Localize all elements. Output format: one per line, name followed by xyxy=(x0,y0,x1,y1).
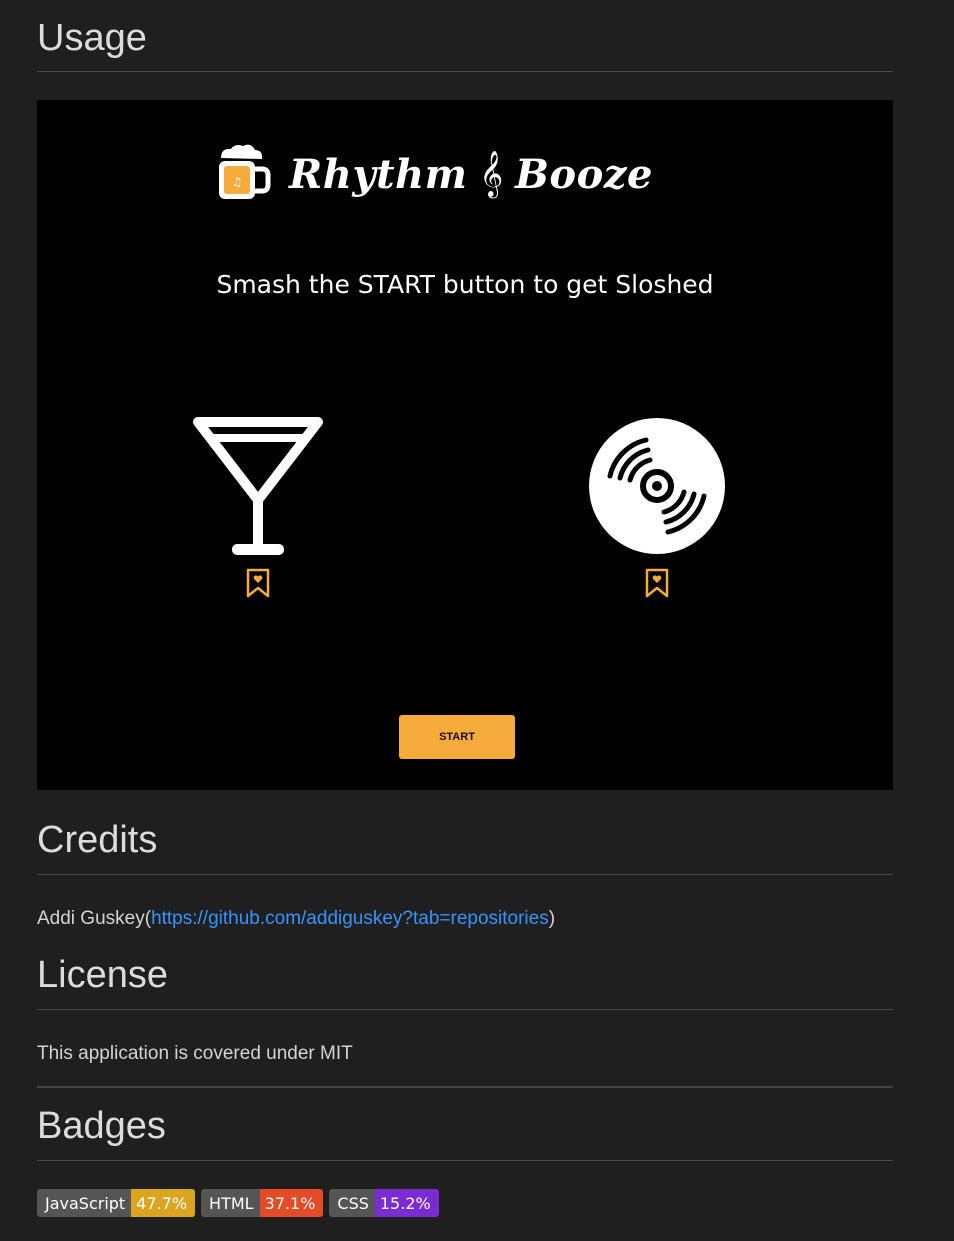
usage-heading: Usage xyxy=(37,17,147,59)
credits-close-paren: ) xyxy=(548,908,556,929)
credits-heading: Credits xyxy=(37,819,158,861)
start-button[interactable]: START xyxy=(399,715,515,759)
credits-author: Addi Guskey xyxy=(37,908,145,929)
usage-divider xyxy=(37,71,893,72)
badge-html: HTML 37.1% xyxy=(201,1189,324,1217)
app-logo: ♫ Rhythm 𝄞 Booze xyxy=(215,144,653,204)
credits-divider xyxy=(37,874,893,875)
martini-glass-icon xyxy=(192,416,324,563)
badge-javascript: JavaScript 47.7% xyxy=(37,1189,196,1217)
license-divider xyxy=(37,1009,893,1010)
svg-text:♫: ♫ xyxy=(232,175,243,189)
credits-line: Addi Guskey(https://github.com/addiguske… xyxy=(37,908,555,930)
badge-key: CSS xyxy=(329,1189,375,1217)
badge-value: 47.7% xyxy=(131,1189,196,1217)
badge-css: CSS 15.2% xyxy=(329,1189,439,1217)
section-separator xyxy=(37,1086,893,1088)
badge-value: 15.2% xyxy=(374,1189,439,1217)
badges-heading: Badges xyxy=(37,1105,166,1147)
credits-github-link[interactable]: https://github.com/addiguskey?tab=reposi… xyxy=(151,908,549,929)
badge-key: JavaScript xyxy=(37,1189,132,1217)
badge-value: 37.1% xyxy=(259,1189,324,1217)
language-badges: JavaScript 47.7% HTML 37.1% CSS 15.2% xyxy=(37,1189,439,1217)
beer-mug-icon: ♫ xyxy=(215,144,271,204)
vinyl-record-icon xyxy=(588,416,726,561)
badges-divider xyxy=(37,1160,893,1161)
license-heading: License xyxy=(37,954,168,996)
app-tagline: Smash the START button to get Sloshed xyxy=(216,270,714,299)
bookmark-heart-icon[interactable] xyxy=(246,568,270,603)
app-screenshot: ♫ Rhythm 𝄞 Booze Smash the START button … xyxy=(37,100,893,790)
license-text: This application is covered under MIT xyxy=(37,1043,353,1064)
bookmark-heart-icon[interactable] xyxy=(645,568,669,603)
badge-key: HTML xyxy=(201,1189,260,1217)
app-title-right: Booze xyxy=(515,150,653,198)
treble-clef-icon: 𝄞 xyxy=(479,151,504,197)
app-title-left: Rhythm xyxy=(289,150,468,198)
